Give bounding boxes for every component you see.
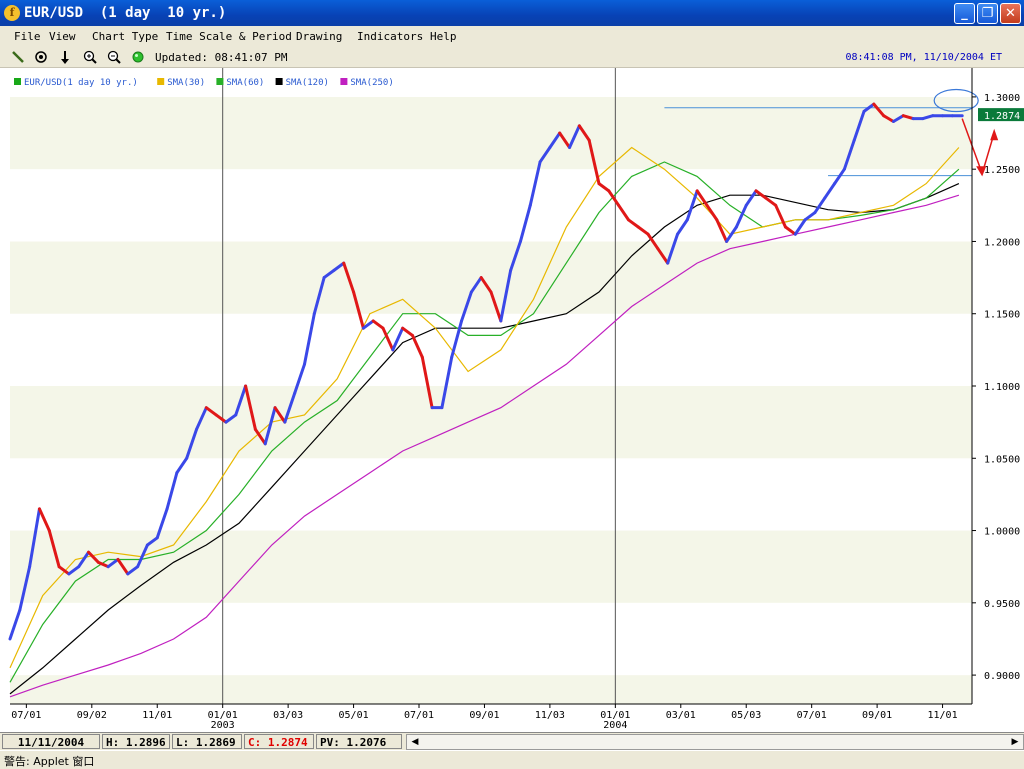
status-low: L: 1.2869 bbox=[172, 734, 242, 749]
arrow-down-icon[interactable] bbox=[57, 49, 73, 65]
status-high: H: 1.2896 bbox=[102, 734, 170, 749]
x-tick-label: 05/01 bbox=[339, 710, 369, 721]
chart-band bbox=[10, 313, 972, 386]
window-title: EUR/USD (1 day 10 yr.) bbox=[24, 5, 227, 21]
status-date: 11/11/2004 bbox=[2, 734, 100, 749]
menu-file[interactable]: File bbox=[14, 30, 41, 43]
menu-view[interactable]: View bbox=[49, 30, 76, 43]
menu-drawing[interactable]: Drawing bbox=[296, 30, 342, 43]
legend-label: SMA(250) bbox=[350, 78, 393, 88]
y-tick-label: 1.1500 bbox=[984, 310, 1020, 321]
x-tick-label: 11/01 bbox=[927, 710, 957, 721]
x-tick-label: 11/03 bbox=[535, 710, 565, 721]
y-tick-label: 1.3000 bbox=[984, 93, 1020, 104]
year-label: 2003 bbox=[211, 720, 235, 731]
chart-area[interactable]: 1.3000 1.2500 1.2000 1.1500 1.1000 1.0500 1.00… bbox=[0, 68, 1024, 732]
horizontal-scrollbar[interactable]: ◀ ▶ bbox=[406, 734, 1024, 750]
zoom-in-icon[interactable] bbox=[82, 49, 98, 65]
applet-warning-text: 警告: Applet 窗口 bbox=[4, 755, 95, 768]
y-tick-label: 0.9500 bbox=[984, 599, 1020, 610]
chart-band bbox=[10, 675, 972, 704]
scroll-right-icon[interactable]: ▶ bbox=[1008, 735, 1022, 749]
minimize-button[interactable]: _ bbox=[954, 3, 975, 24]
chart-band bbox=[10, 458, 972, 531]
x-tick-label: 09/01 bbox=[469, 710, 499, 721]
zoom-out-icon[interactable] bbox=[106, 49, 122, 65]
menu-chart-type[interactable]: Chart Type bbox=[92, 30, 158, 43]
toolbar: Updated: 08:41:07 PM 08:41:08 PM, 11/10/… bbox=[0, 47, 1024, 68]
status-pv: PV: 1.2076 bbox=[316, 734, 402, 749]
chart-band bbox=[10, 386, 972, 459]
status-bar: 11/11/2004 H: 1.2896 L: 1.2869 C: 1.2874… bbox=[0, 732, 1024, 751]
legend-swatch bbox=[157, 78, 165, 85]
x-tick-label: 07/01 bbox=[404, 710, 434, 721]
legend-swatch bbox=[14, 78, 21, 85]
x-tick-label: 07/01 bbox=[11, 710, 41, 721]
y-tick-label: 1.0000 bbox=[984, 527, 1020, 538]
legend-label: SMA(60) bbox=[226, 78, 264, 88]
close-button[interactable]: ✕ bbox=[1000, 3, 1021, 24]
server-timestamp: 08:41:08 PM, 11/10/2004 ET bbox=[845, 52, 1002, 63]
y-tick-label: 1.0500 bbox=[984, 454, 1020, 465]
x-tick-label: 11/01 bbox=[142, 710, 172, 721]
applet-warning-bar: 警告: Applet 窗口 bbox=[0, 750, 1024, 769]
refresh-icon[interactable] bbox=[130, 49, 146, 65]
x-tick-label: 05/03 bbox=[731, 710, 761, 721]
menu-help[interactable]: Help bbox=[430, 30, 457, 43]
legend-label: SMA(30) bbox=[167, 78, 205, 88]
y-tick-label: 1.1000 bbox=[984, 382, 1020, 393]
year-label: 2004 bbox=[603, 720, 627, 731]
menu-bar: File View Chart Type Time Scale & Period… bbox=[0, 27, 1024, 47]
y-tick-label: 1.2000 bbox=[984, 237, 1020, 248]
scroll-left-icon[interactable]: ◀ bbox=[408, 735, 422, 749]
chart-band bbox=[10, 602, 972, 676]
pencil-icon[interactable] bbox=[10, 49, 26, 65]
legend-swatch bbox=[216, 78, 224, 85]
title-bar: f EUR/USD (1 day 10 yr.) _ ❐ ✕ bbox=[0, 0, 1024, 26]
y-tick-label: 1.2500 bbox=[984, 165, 1020, 176]
x-tick-label: 03/01 bbox=[666, 710, 696, 721]
chart-band bbox=[10, 241, 972, 314]
updated-time: Updated: 08:41:07 PM bbox=[155, 51, 288, 64]
price-chart[interactable]: 1.3000 1.2500 1.2000 1.1500 1.1000 1.0500 1.00… bbox=[0, 68, 1024, 732]
y-tick-label: 0.9000 bbox=[984, 671, 1020, 682]
x-tick-label: 07/01 bbox=[797, 710, 827, 721]
legend-swatch bbox=[275, 78, 283, 85]
status-close: C: 1.2874 bbox=[244, 734, 314, 749]
menu-indicators[interactable]: Indicators bbox=[357, 30, 423, 43]
app-logo-icon: f bbox=[4, 5, 20, 21]
legend-label: EUR/USD(1 day 10 yr.) bbox=[24, 78, 138, 88]
legend-swatch bbox=[340, 78, 348, 85]
crosshair-icon[interactable] bbox=[33, 49, 49, 65]
legend-label: SMA(120) bbox=[286, 78, 329, 88]
chart-band bbox=[10, 169, 972, 242]
maximize-button[interactable]: ❐ bbox=[977, 3, 998, 24]
x-tick-label: 09/02 bbox=[77, 710, 107, 721]
chart-band bbox=[10, 68, 972, 97]
current-price-label: 1.2874 bbox=[984, 111, 1020, 122]
x-tick-label: 09/01 bbox=[862, 710, 892, 721]
x-tick-label: 03/03 bbox=[273, 710, 303, 721]
menu-time-scale-period[interactable]: Time Scale & Period bbox=[166, 30, 292, 43]
